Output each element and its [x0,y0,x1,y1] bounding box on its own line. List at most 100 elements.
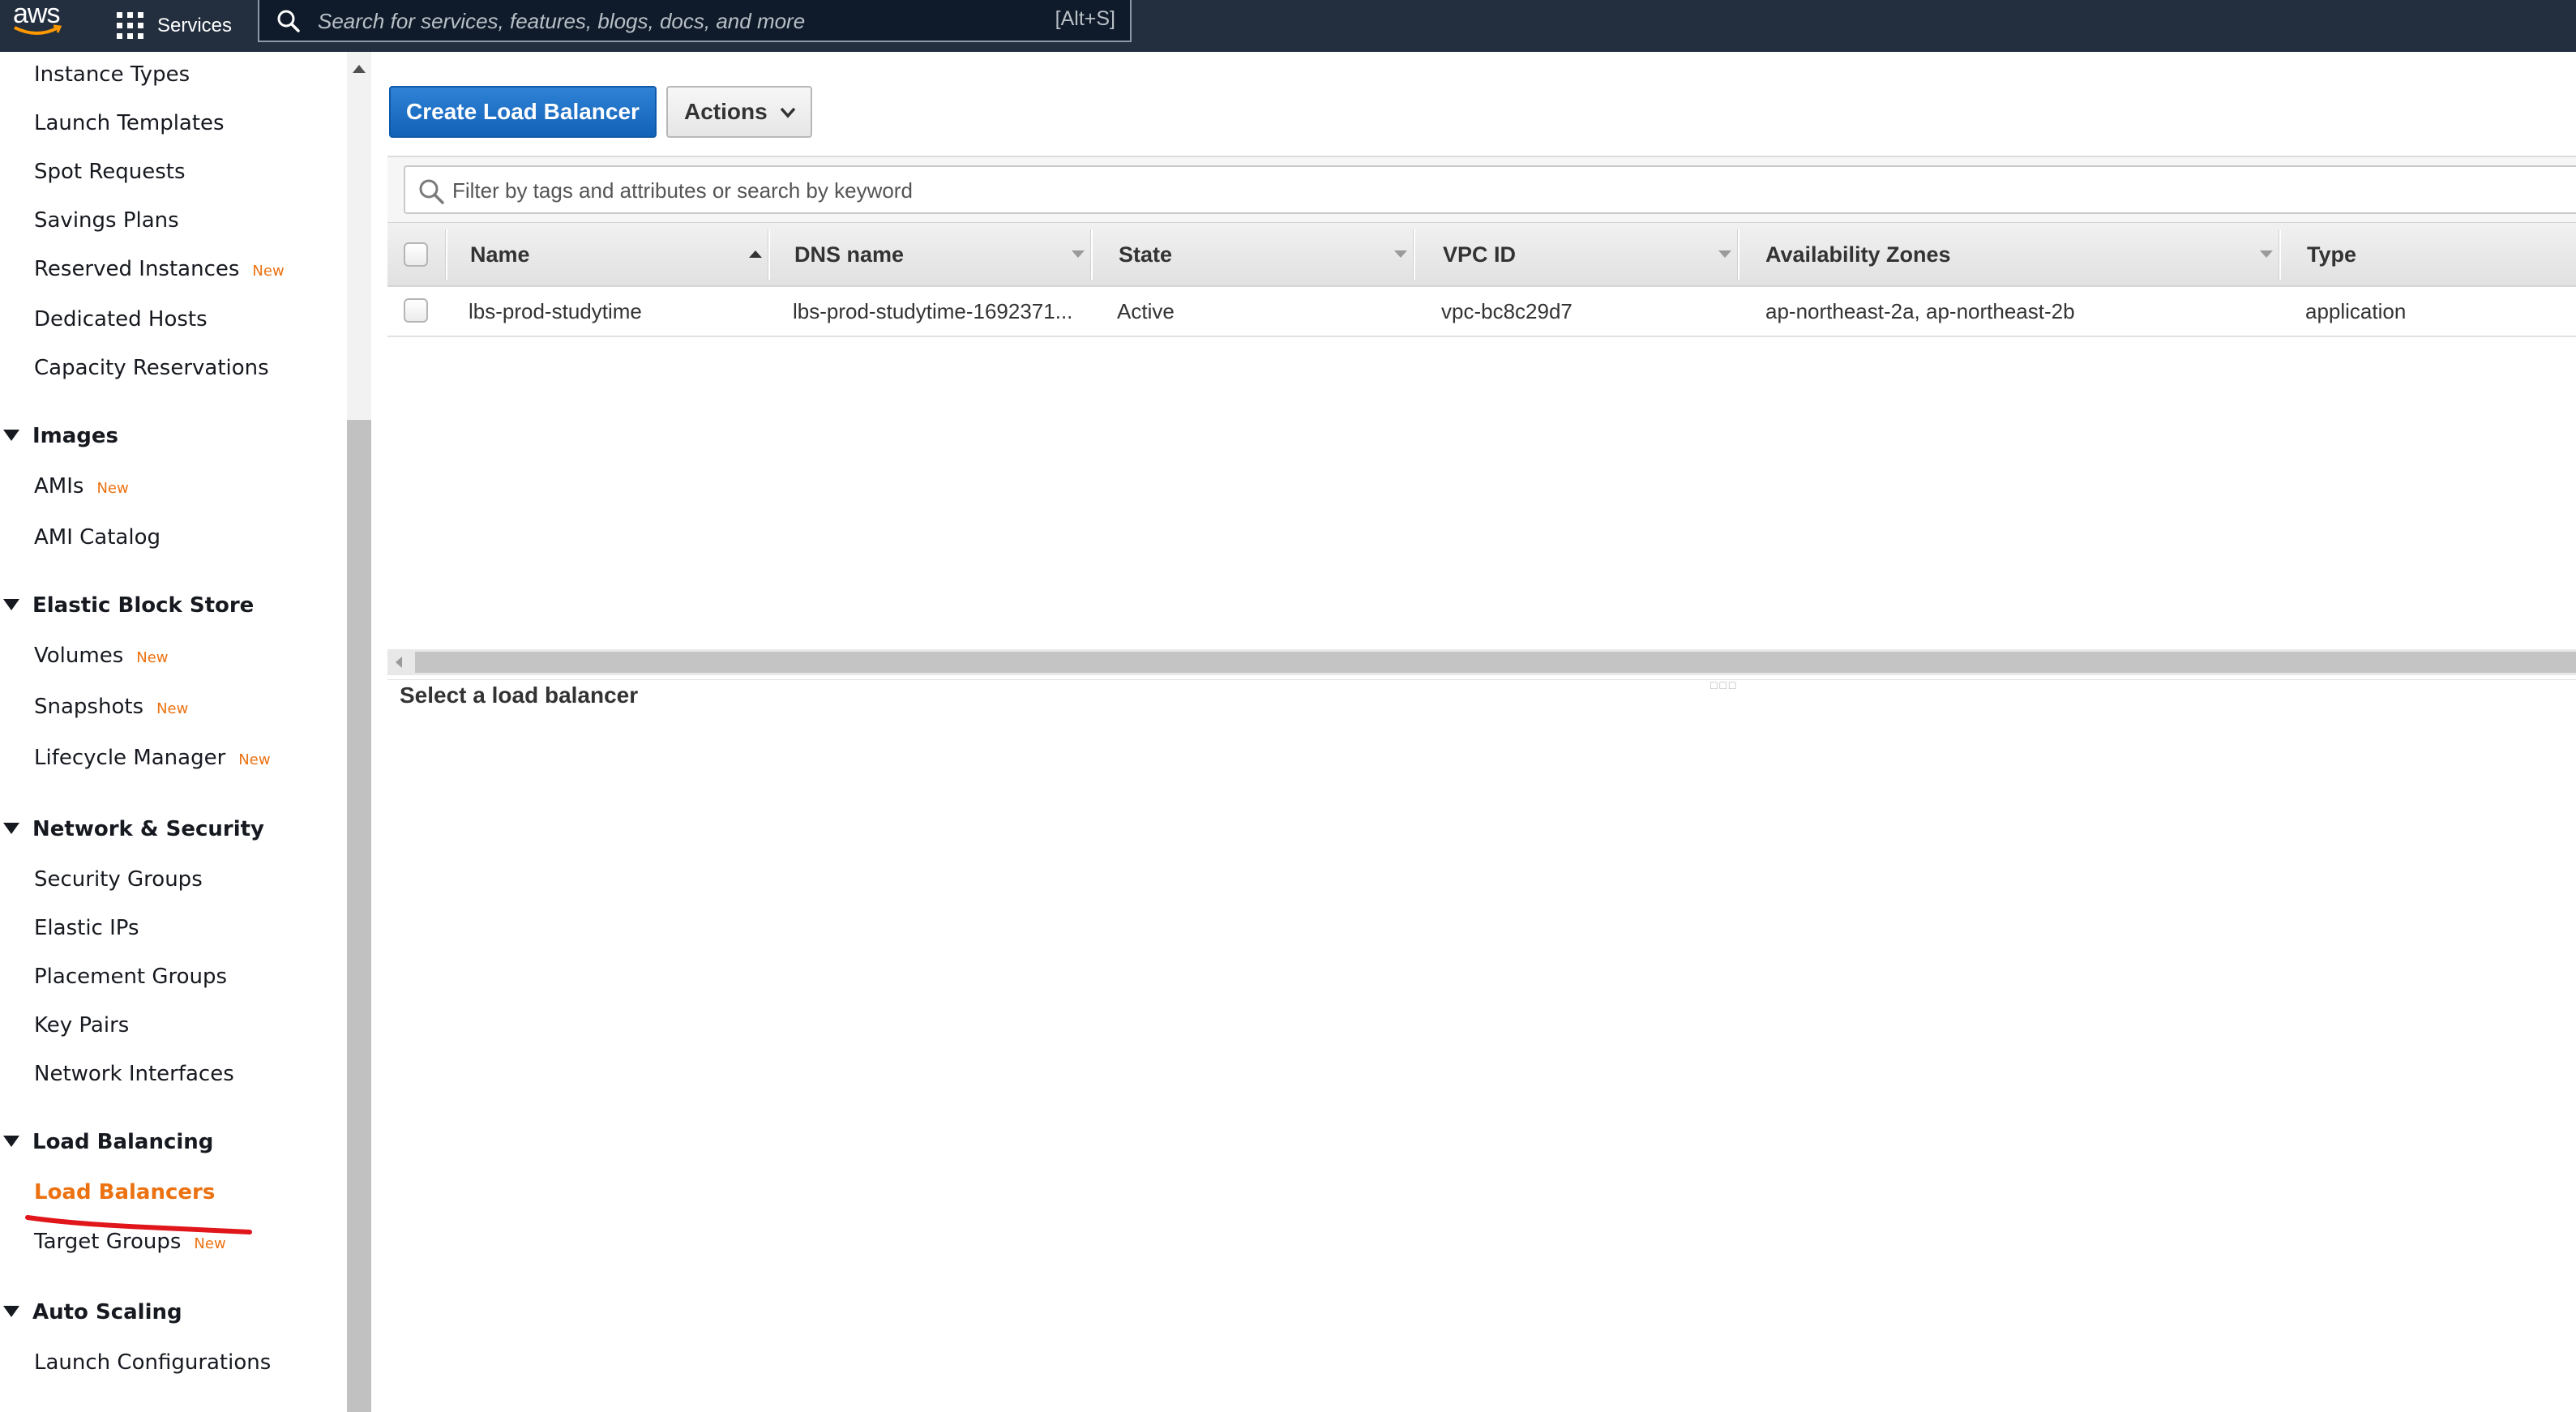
sidebar-item-label: Snapshots [34,695,144,719]
sidebar-item-network-interfaces[interactable]: Network Interfaces [34,1062,234,1086]
column-divider [1091,229,1093,280]
sidebar-item-label: Lifecycle Manager [34,746,226,770]
column-divider [2279,229,2281,280]
sort-icon[interactable] [2260,250,2273,258]
scroll-left-arrow-icon[interactable] [396,657,402,668]
sidebar-item-label: Spot Requests [34,160,186,184]
sidebar-scrollbar[interactable] [347,52,371,1412]
sidebar-item-label: Placement Groups [34,965,228,989]
sidebar-item-launch-templates[interactable]: Launch Templates [34,111,225,135]
sidebar-item-security-groups[interactable]: Security Groups [34,867,203,892]
sidebar-item-snapshots[interactable]: Snapshots New [34,695,188,719]
column-divider [446,229,447,280]
column-header-type[interactable]: Type [2307,223,2356,286]
aws-smile-icon [14,24,62,35]
sidebar-item-key-pairs[interactable]: Key Pairs [34,1013,129,1038]
sidebar-item-load-balancers[interactable]: Load Balancers [34,1180,215,1204]
sidebar-section-title: Load Balancing [32,1130,214,1154]
sidebar-item-instance-types[interactable]: Instance Types [34,62,190,87]
caret-down-icon [3,598,19,610]
cell-state: Active [1117,299,1175,323]
sidebar-item-amis[interactable]: AMIs New [34,474,129,498]
sidebar-item-label: Network Interfaces [34,1062,234,1086]
sidebar-item-savings-plans[interactable]: Savings Plans [34,208,179,233]
select-all-checkbox[interactable] [404,242,428,267]
panel-resize-handle[interactable]: □□□ [387,678,2576,691]
create-load-balancer-button[interactable]: Create Load Balancer [389,86,657,138]
sidebar-item-spot-requests[interactable]: Spot Requests [34,160,186,184]
sidebar-item-label: Load Balancers [34,1180,216,1204]
services-menu-button[interactable]: Services [104,0,232,52]
sidebar-item-volumes[interactable]: Volumes New [34,644,169,668]
caret-down-icon [3,429,19,441]
sidebar-item-label: Reserved Instances [34,257,240,281]
sidebar-item-label: Key Pairs [34,1013,130,1038]
chevron-down-icon [780,107,796,118]
scrollbar-thumb[interactable] [415,652,2576,673]
services-label: Services [157,15,233,36]
column-divider [1738,229,1739,280]
sidebar-navigation: Instance Types Launch Templates Spot Req… [0,52,347,1412]
table-row[interactable]: lbs-prod-studytime lbs-prod-studytime-16… [387,287,2576,337]
sort-ascending-icon[interactable] [749,250,762,258]
sidebar-item-label: Dedicated Hosts [34,307,208,332]
drag-grip-icon: □□□ [1710,678,1739,691]
sidebar-item-capacity-reservations[interactable]: Capacity Reservations [34,356,269,380]
sidebar-item-placement-groups[interactable]: Placement Groups [34,965,227,989]
sidebar-item-reserved-instances[interactable]: Reserved Instances New [34,257,285,281]
global-search[interactable]: [Alt+S] [258,0,1132,42]
filter-input[interactable] [451,175,1589,206]
sort-icon[interactable] [1072,250,1085,258]
sidebar-item-lifecycle-manager[interactable]: Lifecycle Manager New [34,746,271,770]
new-badge: New [96,480,129,497]
column-header-state[interactable]: State [1119,223,1172,286]
sort-icon[interactable] [1718,250,1731,258]
row-checkbox[interactable] [404,298,428,323]
sidebar-item-label: Elastic IPs [34,916,139,940]
column-header-vpc-id[interactable]: VPC ID [1443,223,1516,286]
sidebar-item-label: Instance Types [34,62,190,87]
scrollbar-thumb[interactable] [347,420,371,1412]
scroll-up-arrow-icon[interactable] [353,65,366,73]
sidebar-item-ami-catalog[interactable]: AMI Catalog [34,525,160,550]
sidebar-item-label: Capacity Reservations [34,356,269,380]
sidebar-item-label: Launch Configurations [34,1350,272,1375]
cell-type: application [2305,299,2407,323]
search-input[interactable] [316,6,968,36]
cell-vpc-id: vpc-bc8c29d7 [1441,299,1573,323]
actions-dropdown-button[interactable]: Actions [666,86,812,138]
sidebar-section-elastic-block-store[interactable]: Elastic Block Store [3,593,254,618]
sidebar-item-label: Savings Plans [34,208,179,233]
column-header-dns-name[interactable]: DNS name [794,223,904,286]
sidebar-section-network-security[interactable]: Network & Security [3,817,264,841]
horizontal-scrollbar[interactable] [387,649,2576,675]
new-badge: New [156,700,189,717]
sidebar-item-dedicated-hosts[interactable]: Dedicated Hosts [34,307,208,332]
sidebar-section-auto-scaling[interactable]: Auto Scaling [3,1300,182,1324]
sidebar-section-title: Network & Security [32,817,264,841]
actions-label: Actions [684,99,768,124]
main-content: Create Load Balancer Actions Name DNS na… [373,52,2576,1412]
sidebar-section-title: Elastic Block Store [32,593,255,618]
aws-logo[interactable]: aws [11,0,70,49]
search-icon [419,179,444,204]
cell-availability-zones: ap-northeast-2a, ap-northeast-2b [1765,299,2075,323]
sidebar-section-load-balancing[interactable]: Load Balancing [3,1130,213,1154]
sidebar-item-label: AMIs [34,474,84,498]
top-navigation-bar: aws Services [Alt+S] [0,0,2576,52]
sort-icon[interactable] [1394,250,1407,258]
caret-down-icon [3,1135,19,1147]
table-header: Name DNS name State VPC ID Availability … [387,222,2576,287]
sidebar-item-label: AMI Catalog [34,525,160,550]
column-divider [768,229,770,280]
sidebar-section-images[interactable]: Images [3,424,118,448]
column-header-availability-zones[interactable]: Availability Zones [1765,223,1951,286]
new-badge: New [252,263,285,280]
sidebar-item-launch-configurations[interactable]: Launch Configurations [34,1350,271,1375]
search-shortcut-hint: [Alt+S] [1055,7,1115,30]
caret-down-icon [3,822,19,834]
filter-box[interactable] [404,165,2576,214]
sidebar-item-elastic-ips[interactable]: Elastic IPs [34,916,139,940]
column-header-name[interactable]: Name [470,223,530,286]
new-badge: New [136,649,169,666]
